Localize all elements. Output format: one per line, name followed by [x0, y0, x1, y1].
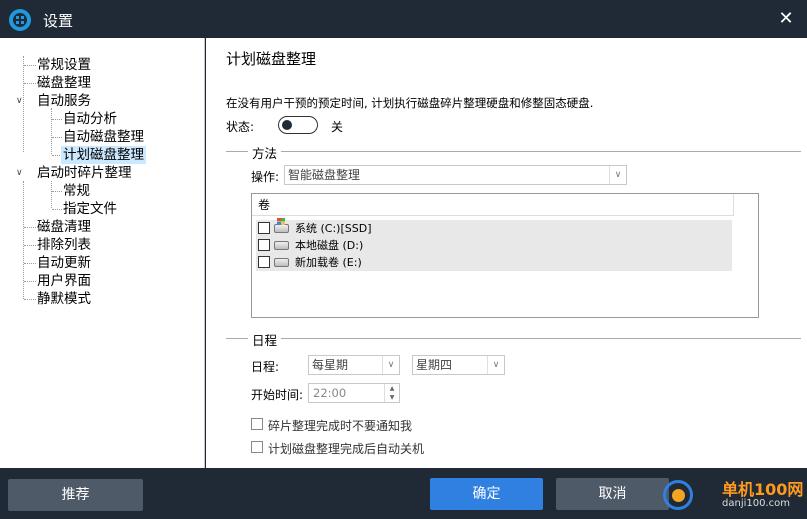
weekday-select[interactable]: 星期四 ∨ — [412, 355, 505, 375]
schedule-label: 日程: — [251, 360, 280, 374]
hard-drive-icon — [274, 241, 289, 250]
sidebar-item-specified-files[interactable]: 指定文件 — [63, 200, 117, 218]
volume-row-e[interactable]: 新加载卷 (E:) — [256, 254, 732, 271]
description-text: 在没有用户干预的预定时间, 计划执行磁盘碎片整理硬盘和修整固态硬盘. — [226, 96, 594, 110]
tree-line — [24, 227, 36, 228]
settings-tree: 常规设置 磁盘整理 ∨ 自动服务 自动分析 自动磁盘整理 计划磁盘整理 ∨ 启动… — [0, 38, 205, 468]
recommend-button[interactable]: 推荐 — [8, 479, 143, 511]
system-drive-icon — [274, 218, 289, 233]
operation-select-value: 智能磁盘整理 — [288, 168, 361, 182]
sidebar-item-boot-defrag[interactable]: 启动时碎片整理 — [37, 164, 132, 182]
volume-checkbox[interactable] — [258, 239, 270, 251]
operation-select[interactable]: 智能磁盘整理 ∨ — [284, 165, 627, 185]
toggle-knob — [282, 119, 292, 130]
volume-checkbox[interactable] — [258, 222, 270, 234]
tree-line — [52, 209, 62, 210]
ok-button[interactable]: 确定 — [430, 478, 543, 510]
app-logo-icon — [9, 9, 31, 31]
auto-shutdown-checkbox[interactable] — [251, 441, 263, 453]
volume-column-header: 卷 — [252, 194, 734, 216]
watermark-url: danji100.com — [722, 498, 790, 509]
tree-line — [52, 137, 62, 138]
sidebar-item-general-settings[interactable]: 常规设置 — [37, 56, 91, 74]
tree-line — [24, 83, 36, 84]
volume-checkbox[interactable] — [258, 256, 270, 268]
tree-line — [24, 245, 36, 246]
page-title: 计划磁盘整理 — [226, 50, 317, 68]
volume-label: 新加载卷 (E:) — [295, 256, 362, 269]
volume-row-c[interactable]: 系统 (C:)[SSD] — [256, 218, 732, 237]
volume-list[interactable]: 卷 系统 (C:)[SSD] 本地磁盘 (D:) 新加载卷 (E:) — [251, 193, 759, 318]
method-group-divider — [226, 151, 801, 152]
close-icon[interactable]: ✕ — [775, 8, 797, 30]
title-bar: 设置 ✕ — [0, 0, 807, 38]
sidebar-item-scheduled-defrag[interactable]: 计划磁盘整理 — [61, 146, 146, 164]
window-title: 设置 — [43, 12, 74, 30]
tree-line — [51, 181, 52, 208]
sidebar-item-auto-update[interactable]: 自动更新 — [37, 254, 91, 272]
sidebar-item-boot-general[interactable]: 常规 — [63, 182, 90, 200]
sidebar-item-user-interface[interactable]: 用户界面 — [37, 272, 91, 290]
sidebar-item-disk-defrag[interactable]: 磁盘整理 — [37, 74, 91, 92]
tree-line — [24, 299, 36, 300]
spinner-arrows-icon[interactable]: ▲ ▼ — [384, 384, 399, 402]
schedule-group-divider — [226, 338, 801, 339]
chevron-down-icon: ∨ — [487, 356, 504, 374]
volume-label: 本地磁盘 (D:) — [295, 239, 364, 252]
no-notify-label: 碎片整理完成时不要通知我 — [268, 419, 413, 433]
tree-line — [24, 281, 36, 282]
sidebar-item-disk-cleanup[interactable]: 磁盘清理 — [37, 218, 91, 236]
status-toggle[interactable] — [278, 116, 318, 134]
no-notify-checkbox[interactable] — [251, 418, 263, 430]
start-time-label: 开始时间: — [251, 388, 304, 402]
start-time-input[interactable]: 22:00 ▲ ▼ — [308, 383, 400, 403]
sidebar-item-exclusion-list[interactable]: 排除列表 — [37, 236, 91, 254]
tree-line — [51, 108, 52, 154]
start-time-value: 22:00 — [313, 386, 347, 400]
weekday-value: 星期四 — [416, 358, 453, 372]
watermark-text: 单机100网 — [722, 480, 804, 499]
volume-label: 系统 (C:)[SSD] — [295, 222, 372, 235]
sidebar-item-auto-analysis[interactable]: 自动分析 — [63, 110, 117, 128]
chevron-down-icon[interactable]: ∨ — [16, 96, 23, 106]
tree-line — [23, 56, 24, 152]
chevron-down-icon: ∨ — [382, 356, 399, 374]
auto-shutdown-label: 计划磁盘整理完成后自动关机 — [268, 442, 425, 456]
schedule-frequency-select[interactable]: 每星期 ∨ — [308, 355, 400, 375]
schedule-group-label: 日程 — [248, 330, 282, 349]
status-value: 关 — [331, 120, 344, 134]
volume-row-d[interactable]: 本地磁盘 (D:) — [256, 237, 732, 254]
sidebar-item-silent-mode[interactable]: 静默模式 — [37, 290, 91, 308]
schedule-frequency-value: 每星期 — [312, 358, 349, 372]
tree-line — [24, 65, 36, 66]
chevron-down-icon: ∨ — [609, 166, 626, 184]
sidebar-item-auto-defrag[interactable]: 自动磁盘整理 — [63, 128, 144, 146]
tree-line — [24, 263, 36, 264]
footer-bar: 推荐 确定 取消 单机100网 danji100.com — [0, 468, 807, 519]
chevron-down-icon[interactable]: ∨ — [16, 168, 23, 178]
settings-content: 计划磁盘整理 在没有用户干预的预定时间, 计划执行磁盘碎片整理硬盘和修整固态硬盘… — [206, 38, 807, 468]
watermark-logo-icon — [663, 480, 693, 510]
status-label: 状态: — [226, 120, 255, 134]
hard-drive-icon — [274, 258, 289, 267]
tree-line — [52, 119, 62, 120]
method-group-label: 方法 — [248, 143, 282, 162]
cancel-button[interactable]: 取消 — [556, 478, 669, 510]
sidebar-item-auto-service[interactable]: 自动服务 — [37, 92, 91, 110]
operation-label: 操作: — [251, 170, 280, 184]
tree-line — [52, 191, 62, 192]
